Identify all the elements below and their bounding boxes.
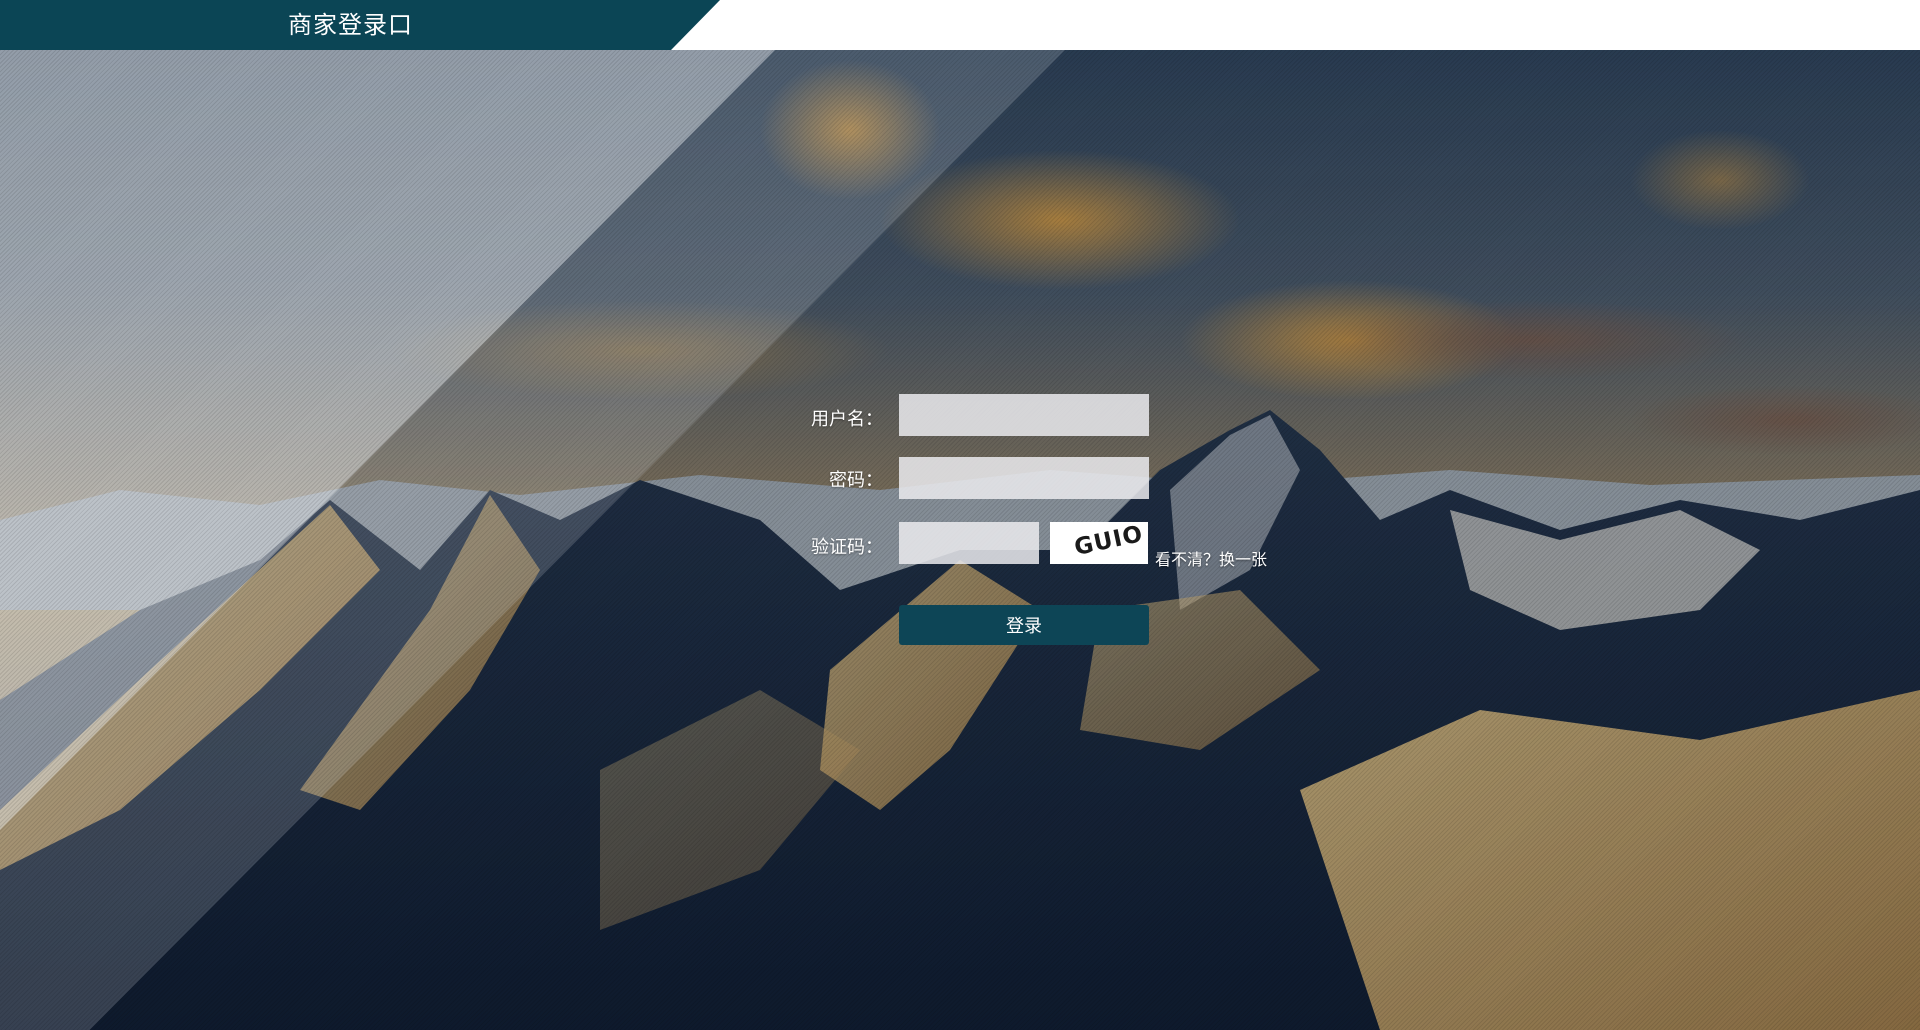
username-label: 用户名： xyxy=(811,409,883,430)
captcha-refresh-link[interactable]: 看不清？换一张 xyxy=(1155,546,1267,570)
captcha-input[interactable] xyxy=(899,522,1039,564)
username-input[interactable] xyxy=(899,394,1149,436)
captcha-image-text: GUIO xyxy=(1072,522,1146,561)
password-label: 密码： xyxy=(829,470,883,491)
login-button[interactable]: 登录 xyxy=(899,605,1149,645)
captcha-image[interactable]: GUIO xyxy=(1050,522,1148,564)
captcha-label: 验证码： xyxy=(811,537,883,558)
login-form: 用户名： 密码： 验证码： GUIO 看不清？换一张 登录 xyxy=(0,0,1920,1030)
password-input[interactable] xyxy=(899,457,1149,499)
